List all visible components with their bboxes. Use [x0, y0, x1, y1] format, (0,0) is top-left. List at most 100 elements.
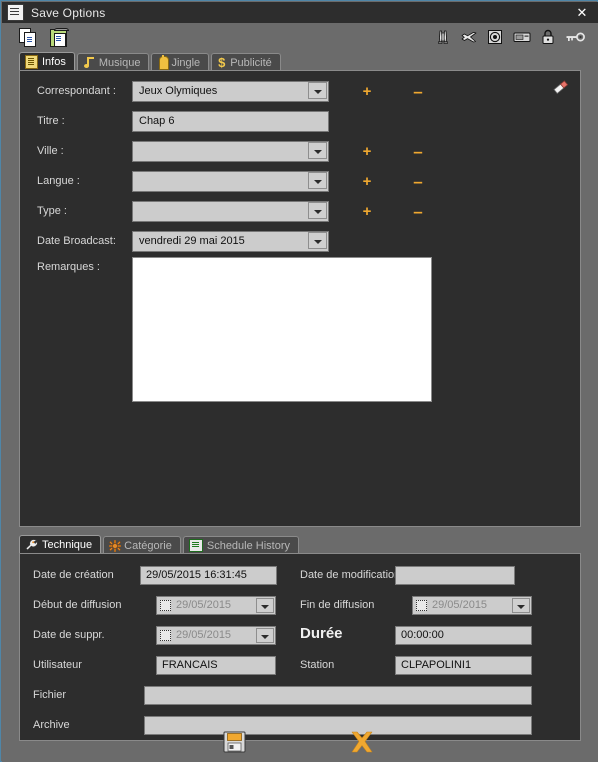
cancel-button[interactable]	[348, 729, 376, 755]
tab-jingle-label: Jingle	[171, 56, 201, 69]
titre-label: Titre :	[37, 115, 65, 127]
correspondant-remove-button[interactable]: –	[411, 81, 425, 102]
key-icon[interactable]	[565, 30, 585, 47]
ville-input[interactable]	[132, 141, 329, 162]
fin-diffusion-dropdown-arrow[interactable]	[512, 598, 530, 613]
toolbar-left-group	[19, 28, 69, 47]
date-suppr-label: Date de suppr.	[33, 629, 105, 641]
correspondant-dropdown-arrow[interactable]	[308, 82, 327, 99]
fin-diffusion-label: Fin de diffusion	[300, 599, 375, 611]
tab-publicite[interactable]: $ Publicité	[211, 53, 281, 71]
eraser-icon[interactable]	[551, 79, 571, 95]
utilisateur-label: Utilisateur	[33, 659, 82, 671]
tab-schedule-history-label: Schedule History	[206, 539, 291, 552]
remarques-textarea[interactable]	[132, 257, 432, 402]
ville-add-button[interactable]: +	[360, 141, 374, 162]
tab-musique-label: Musique	[98, 56, 141, 69]
tab-technique[interactable]: Technique	[19, 535, 102, 554]
ville-remove-button[interactable]: –	[411, 141, 425, 162]
tab-schedule-history[interactable]: Schedule History	[182, 536, 300, 554]
station-value: CLPAPOLINI1	[395, 656, 532, 675]
tab-jingle[interactable]: Jingle	[151, 53, 210, 71]
debut-diffusion-checkbox[interactable]	[160, 600, 171, 611]
tab-musique[interactable]: Musique	[76, 53, 150, 71]
langue-label: Langue :	[37, 175, 80, 187]
tab-categorie-label: Catégorie	[124, 539, 172, 552]
type-remove-button[interactable]: –	[411, 201, 425, 222]
debut-diffusion-input[interactable]: 29/05/2015	[156, 596, 276, 615]
target-icon[interactable]	[487, 29, 503, 48]
top-toolbar	[2, 23, 598, 53]
utilisateur-value: FRANCAIS	[156, 656, 276, 675]
date-suppr-dropdown-arrow[interactable]	[256, 628, 274, 643]
date-broadcast-dropdown-arrow[interactable]	[308, 232, 327, 249]
wrench-icon	[25, 539, 38, 551]
date-creation-label: Date de création	[33, 569, 114, 581]
date-modification-value	[395, 566, 515, 585]
document-icon	[7, 4, 24, 21]
debut-diffusion-dropdown-arrow[interactable]	[256, 598, 274, 613]
rocket-icon[interactable]	[435, 29, 451, 48]
duree-label: Durée	[300, 625, 343, 642]
tab-publicite-label: Publicité	[230, 56, 272, 69]
titre-input[interactable]: Chap 6	[132, 111, 329, 132]
debut-diffusion-label: Début de diffusion	[33, 599, 122, 611]
ville-dropdown-arrow[interactable]	[308, 142, 327, 159]
music-note-icon	[83, 56, 95, 69]
date-suppr-checkbox[interactable]	[160, 630, 171, 641]
dollar-icon: $	[218, 54, 226, 70]
date-suppr-value: 29/05/2015	[176, 629, 232, 641]
main-tab-strip: Infos Musique Jingle $ Publicité	[19, 52, 581, 71]
paste-icon[interactable]	[49, 28, 69, 47]
fin-diffusion-input[interactable]: 29/05/2015	[412, 596, 532, 615]
fichier-value	[144, 686, 532, 705]
copy-icon[interactable]	[19, 28, 37, 47]
tab-technique-label: Technique	[42, 539, 93, 551]
correspondant-input[interactable]: Jeux Olymiques	[132, 81, 329, 102]
tab-infos-label: Infos	[42, 56, 66, 68]
station-label: Station	[300, 659, 335, 671]
date-creation-value: 29/05/2015 16:31:45	[140, 566, 277, 585]
window-title: Save Options	[31, 5, 106, 20]
archive-label: Archive	[33, 719, 70, 731]
fin-diffusion-value: 29/05/2015	[432, 599, 488, 611]
airplane-icon[interactable]	[461, 29, 477, 48]
lock-icon[interactable]	[541, 29, 555, 48]
date-suppr-input[interactable]: 29/05/2015	[156, 626, 276, 645]
close-button[interactable]: ✕	[573, 4, 591, 21]
notepad-icon	[25, 55, 38, 69]
date-modification-label: Date de modification	[300, 569, 401, 581]
infos-panel: Correspondant : Jeux Olymiques + – Titre…	[19, 70, 581, 527]
langue-dropdown-arrow[interactable]	[308, 172, 327, 189]
type-dropdown-arrow[interactable]	[308, 202, 327, 219]
ville-label: Ville :	[37, 145, 64, 157]
langue-add-button[interactable]: +	[360, 171, 374, 192]
title-bar: Save Options ✕	[2, 2, 598, 24]
category-icon	[108, 539, 122, 552]
technique-panel: Date de création 29/05/2015 16:31:45 Dat…	[19, 553, 581, 741]
fin-diffusion-checkbox[interactable]	[416, 600, 427, 611]
card-icon[interactable]	[513, 30, 531, 47]
langue-remove-button[interactable]: –	[411, 171, 425, 192]
save-options-window: Save Options ✕ Infos Musique Jingle $ Pu…	[0, 0, 598, 762]
date-broadcast-label: Date Broadcast:	[37, 235, 116, 247]
correspondant-label: Correspondant :	[37, 85, 116, 97]
secondary-tab-strip: Technique Catégorie Schedule History	[19, 535, 581, 554]
correspondant-add-button[interactable]: +	[360, 81, 374, 102]
remarques-label: Remarques :	[37, 261, 100, 273]
date-broadcast-input[interactable]: vendredi 29 mai 2015	[132, 231, 329, 252]
type-add-button[interactable]: +	[360, 201, 374, 222]
fichier-label: Fichier	[33, 689, 67, 701]
schedule-icon	[188, 539, 203, 552]
archive-value	[144, 716, 532, 735]
duree-value: 00:00:00	[395, 626, 532, 645]
toolbar-right-group	[435, 29, 585, 48]
window-client-area: Infos Musique Jingle $ Publicité Corresp…	[2, 23, 598, 762]
tab-infos[interactable]: Infos	[19, 52, 75, 71]
save-button[interactable]	[222, 730, 247, 754]
type-input[interactable]	[132, 201, 329, 222]
debut-diffusion-value: 29/05/2015	[176, 599, 232, 611]
tab-categorie[interactable]: Catégorie	[103, 536, 181, 554]
langue-input[interactable]	[132, 171, 329, 192]
type-label: Type :	[37, 205, 67, 217]
